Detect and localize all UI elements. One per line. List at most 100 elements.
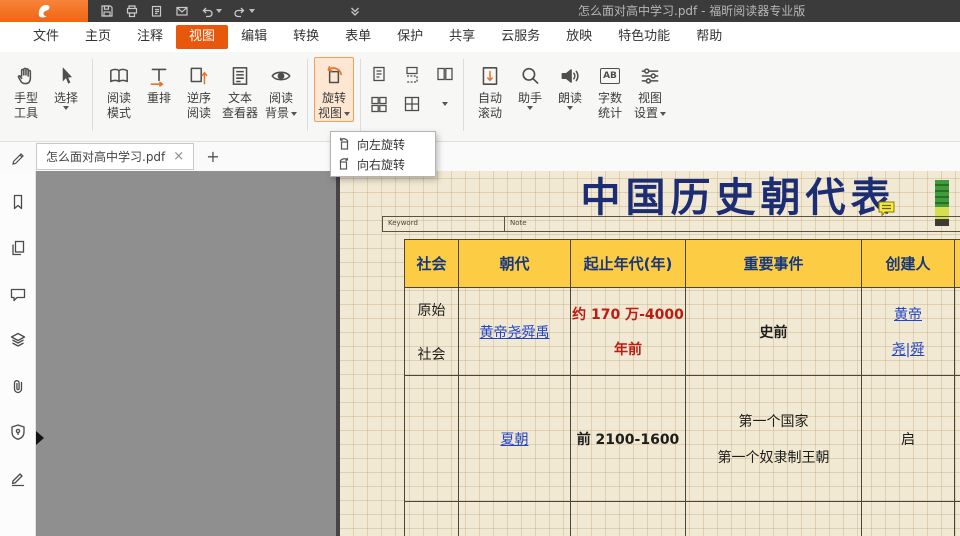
save-icon[interactable]	[100, 4, 114, 18]
rotate-view-menu: 向左旋转 向右旋转	[330, 131, 436, 177]
founder-link[interactable]: 黄帝	[862, 304, 954, 324]
menu-share[interactable]: 共享	[436, 22, 488, 52]
active-document-tab[interactable]: 怎么面对高中学习.pdf ×	[36, 143, 194, 170]
reverse-order-icon	[187, 61, 211, 91]
viewsettings-dropdown-caret	[660, 112, 666, 116]
titlebar: 怎么面对高中学习.pdf - 福昕阅读器专业版	[0, 0, 960, 22]
panel-expand-arrow-icon[interactable]	[36, 431, 44, 445]
header-period: 起止年代(年)	[571, 240, 686, 288]
menu-cloud[interactable]: 云服务	[488, 22, 553, 52]
header-society: 社会	[405, 240, 459, 288]
export-icon[interactable]	[150, 4, 164, 18]
tab-label: 怎么面对高中学习.pdf	[46, 148, 165, 165]
menu-edit[interactable]: 编辑	[228, 22, 280, 52]
select-cursor-icon	[54, 61, 78, 91]
pdf-page: 中国历史朝代表 Keyword Note 社会	[336, 171, 960, 536]
menu-view[interactable]: 视图	[176, 25, 228, 49]
menu-convert[interactable]: 转换	[280, 22, 332, 52]
document-viewport[interactable]: 中国历史朝代表 Keyword Note 社会	[36, 171, 960, 536]
menu-comment[interactable]: 注释	[124, 22, 176, 52]
auto-scroll-button[interactable]: 自动 滚动	[470, 57, 510, 122]
rotate-view-button[interactable]: 旋转 视图	[314, 57, 354, 122]
layers-icon[interactable]	[7, 329, 29, 351]
tab-close-icon[interactable]: ×	[173, 150, 184, 163]
ribbon-divider	[360, 59, 361, 131]
header-cut	[955, 240, 960, 288]
more-chevron-icon[interactable]	[348, 4, 362, 18]
readbg-dropdown-caret	[291, 112, 297, 116]
menu-home[interactable]: 主页	[72, 22, 124, 52]
redo-dropdown-caret[interactable]	[249, 9, 255, 13]
readaloud-dropdown-caret	[567, 106, 573, 110]
menu-file[interactable]: 文件	[20, 22, 72, 52]
rotate-left-menu-item[interactable]: 向左旋转	[331, 134, 435, 154]
continuous-page-icon[interactable]	[400, 62, 424, 86]
assistant-button[interactable]: 助手	[510, 57, 550, 111]
reading-background-button[interactable]: 阅读 背景	[261, 57, 301, 122]
select-tool-button[interactable]: 选择	[46, 57, 86, 111]
read-aloud-button[interactable]: 朗读	[550, 57, 590, 111]
bookmark-icon[interactable]	[7, 191, 29, 213]
magnifier-icon	[518, 61, 542, 91]
page-layout-group	[367, 62, 457, 116]
reverse-reading-button[interactable]: 逆序 阅读	[179, 57, 219, 122]
pages-icon[interactable]	[7, 237, 29, 259]
redo-icon[interactable]	[233, 4, 255, 18]
hand-icon	[14, 61, 38, 91]
auto-scroll-icon	[478, 61, 502, 91]
undo-icon[interactable]	[200, 4, 222, 18]
reflow-icon	[147, 61, 171, 91]
header-events: 重要事件	[686, 240, 862, 288]
read-mode-button[interactable]: 阅读 模式	[99, 57, 139, 122]
sliders-icon	[638, 61, 662, 91]
foxit-reader-window: 怎么面对高中学习.pdf - 福昕阅读器专业版 文件 主页 注释 视图 编辑 转…	[0, 0, 960, 536]
fox-icon	[36, 3, 52, 19]
table-row: 奴 商朝 前 1600-1100 武丁中兴，文字接近成熟 汤	[405, 502, 960, 536]
notebook-header-strip: Keyword Note	[382, 216, 960, 232]
table-row: 原始 社会 黄帝尧舜禹 约 170 万-4000 年前 史前	[405, 288, 960, 376]
rotate-right-menu-item[interactable]: 向右旋转	[331, 154, 435, 174]
attachment-icon[interactable]	[7, 375, 29, 397]
single-page-icon[interactable]	[367, 62, 391, 86]
navigation-sidebar	[0, 171, 36, 536]
document-tabbar: 怎么面对高中学习.pdf × +	[0, 142, 960, 171]
menu-features[interactable]: 特色功能	[605, 22, 683, 52]
layout-more-caret	[442, 102, 448, 106]
facing-pages-icon[interactable]	[433, 62, 457, 86]
founder-link[interactable]: 尧|舜	[862, 339, 954, 359]
foxit-logo[interactable]	[0, 0, 88, 22]
dynasty-table: 社会 朝代 起止年代(年) 重要事件 创建人 原始 社会	[404, 239, 960, 536]
layout-more-button[interactable]	[433, 92, 457, 116]
print-icon[interactable]	[125, 4, 139, 18]
text-viewer-button[interactable]: 文本 查看器	[219, 57, 261, 122]
rotate-left-icon	[337, 137, 351, 151]
dynasty-link[interactable]: 黄帝尧舜禹	[480, 325, 550, 341]
keyword-label: Keyword	[383, 217, 505, 231]
table-row: 夏朝 前 2100-1600 第一个国家 第一个奴隶制王朝 启	[405, 376, 960, 502]
word-count-button[interactable]: AB 字数 统计	[590, 57, 630, 122]
ribbon-divider	[463, 59, 464, 131]
menu-protect[interactable]: 保护	[384, 22, 436, 52]
header-founder: 创建人	[862, 240, 955, 288]
new-tab-button[interactable]: +	[206, 149, 219, 165]
pencil-icon[interactable]	[10, 149, 26, 165]
facing-continuous-icon[interactable]	[367, 92, 391, 116]
menu-form[interactable]: 表单	[332, 22, 384, 52]
table-header-row: 社会 朝代 起止年代(年) 重要事件 创建人	[405, 240, 960, 288]
signature-icon[interactable]	[7, 467, 29, 489]
menu-present[interactable]: 放映	[553, 22, 605, 52]
reflow-button[interactable]: 重排	[139, 57, 179, 122]
mail-icon[interactable]	[175, 4, 189, 18]
security-icon[interactable]	[7, 421, 29, 443]
ribbon-divider	[307, 59, 308, 131]
split-view-icon[interactable]	[400, 92, 424, 116]
eye-icon	[269, 61, 293, 91]
hand-tool-button[interactable]: 手型 工具	[6, 57, 46, 122]
menu-help[interactable]: 帮助	[683, 22, 735, 52]
view-settings-button[interactable]: 视图 设置	[630, 57, 670, 122]
dynasty-link[interactable]: 夏朝	[501, 432, 529, 448]
undo-dropdown-caret[interactable]	[216, 9, 222, 13]
main-area: 中国历史朝代表 Keyword Note 社会	[0, 171, 960, 536]
speaker-icon	[558, 61, 582, 91]
comment-icon[interactable]	[7, 283, 29, 305]
